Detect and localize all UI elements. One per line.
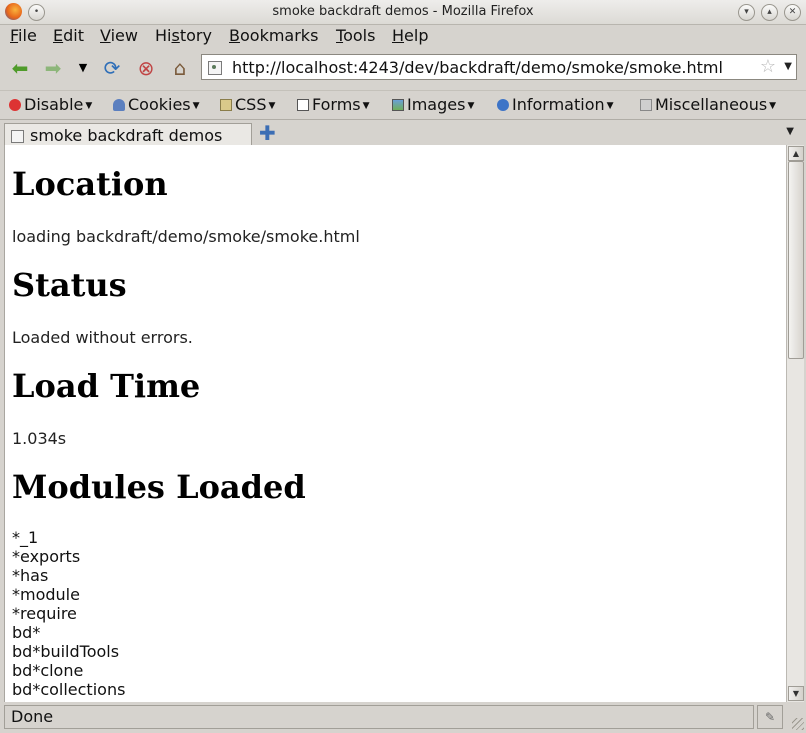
history-dropdown-icon[interactable]: ▼ [70,56,96,80]
maximize-button[interactable]: ▴ [761,4,778,21]
location-text: loading backdraft/demo/smoke/smoke.html [12,227,360,246]
devbar-information[interactable]: Information ▼ [497,95,614,114]
menu-history[interactable]: History [155,26,212,45]
reload-icon[interactable]: ⟳ [99,56,125,80]
load-time-text: 1.034s [12,429,67,448]
miscellaneous-icon [640,99,652,111]
vertical-scrollbar[interactable]: ▲ ▼ [786,145,804,702]
disable-icon [9,99,21,111]
tab-label: smoke backdraft demos [30,126,223,145]
menu-edit[interactable]: Edit [53,26,84,45]
status-bar-text: Done [4,705,754,729]
stop-icon[interactable]: ⊗ [133,56,159,80]
scroll-down-arrow-icon[interactable]: ▼ [788,686,804,701]
devbar-miscellaneous[interactable]: Miscellaneous ▼ [640,95,776,114]
status-text: Loaded without errors. [12,328,193,347]
information-icon [497,99,509,111]
module-item: *require [12,604,77,623]
menubar: File Edit View History Bookmarks Tools H… [0,24,806,48]
close-button[interactable]: ✕ [784,4,801,21]
module-item: *exports [12,547,81,566]
location-heading: Location [12,165,168,203]
module-item: bd* [12,623,41,642]
web-developer-toolbar: Disable ▼ Cookies ▼ CSS ▼ Forms ▼ Images ▼ In… [0,90,806,119]
module-item: *module [12,585,80,604]
resize-grip-icon[interactable] [792,718,804,730]
module-item: *has [12,566,49,585]
status-heading: Status [12,266,127,304]
menu-file[interactable]: File [10,26,37,45]
status-activity-icon: ✎ [757,705,783,729]
module-item: bd*clone [12,661,84,680]
page-content: Location loading backdraft/demo/smoke/sm… [4,145,787,702]
scrollbar-thumb[interactable] [788,161,804,359]
devbar-forms[interactable]: Forms ▼ [297,95,370,114]
load-time-heading: Load Time [12,367,201,405]
devbar-images[interactable]: Images ▼ [392,95,474,114]
url-dropdown-icon[interactable]: ▼ [784,61,792,72]
bookmark-star-icon[interactable]: ☆ [760,56,776,77]
modules-list: *_1 *exports *has *module *require bd* b… [12,528,125,699]
forward-icon[interactable]: ➡ [40,56,66,80]
cookies-icon [113,99,125,111]
module-item: bd*buildTools [12,642,120,661]
scroll-up-arrow-icon[interactable]: ▲ [788,146,804,161]
images-icon [392,99,404,111]
back-icon[interactable]: ⬅ [7,56,33,80]
home-icon[interactable]: ⌂ [167,56,193,80]
minimize-button[interactable]: ▾ [738,4,755,21]
css-icon [220,99,232,111]
url-text[interactable]: http://localhost:4243/dev/backdraft/demo… [232,58,723,77]
status-bar: Done ✎ [0,703,806,733]
modules-heading: Modules Loaded [12,468,306,506]
devbar-cookies[interactable]: Cookies ▼ [113,95,200,114]
menu-tools[interactable]: Tools [336,26,375,45]
forms-icon [297,99,309,111]
tab-list-dropdown-icon[interactable]: ▼ [786,126,794,137]
devbar-css[interactable]: CSS ▼ [220,95,275,114]
module-item: *_1 [12,528,39,547]
module-item: bd*collections [12,680,126,699]
url-bar[interactable]: http://localhost:4243/dev/backdraft/demo… [201,54,797,80]
site-favicon-icon [208,61,222,75]
tab-favicon-icon [11,130,24,143]
new-tab-icon[interactable]: ✚ [259,123,276,143]
menu-help[interactable]: Help [392,26,428,45]
window-titlebar: • smoke backdraft demos - Mozilla Firefo… [0,0,806,25]
menu-view[interactable]: View [100,26,138,45]
tab-smoke-backdraft-demos[interactable]: smoke backdraft demos [4,123,252,146]
devbar-disable[interactable]: Disable ▼ [9,95,92,114]
menu-bookmarks[interactable]: Bookmarks [229,26,318,45]
tab-strip: smoke backdraft demos ✚ ▼ [0,119,806,146]
window-title: smoke backdraft demos - Mozilla Firefox [272,4,534,19]
